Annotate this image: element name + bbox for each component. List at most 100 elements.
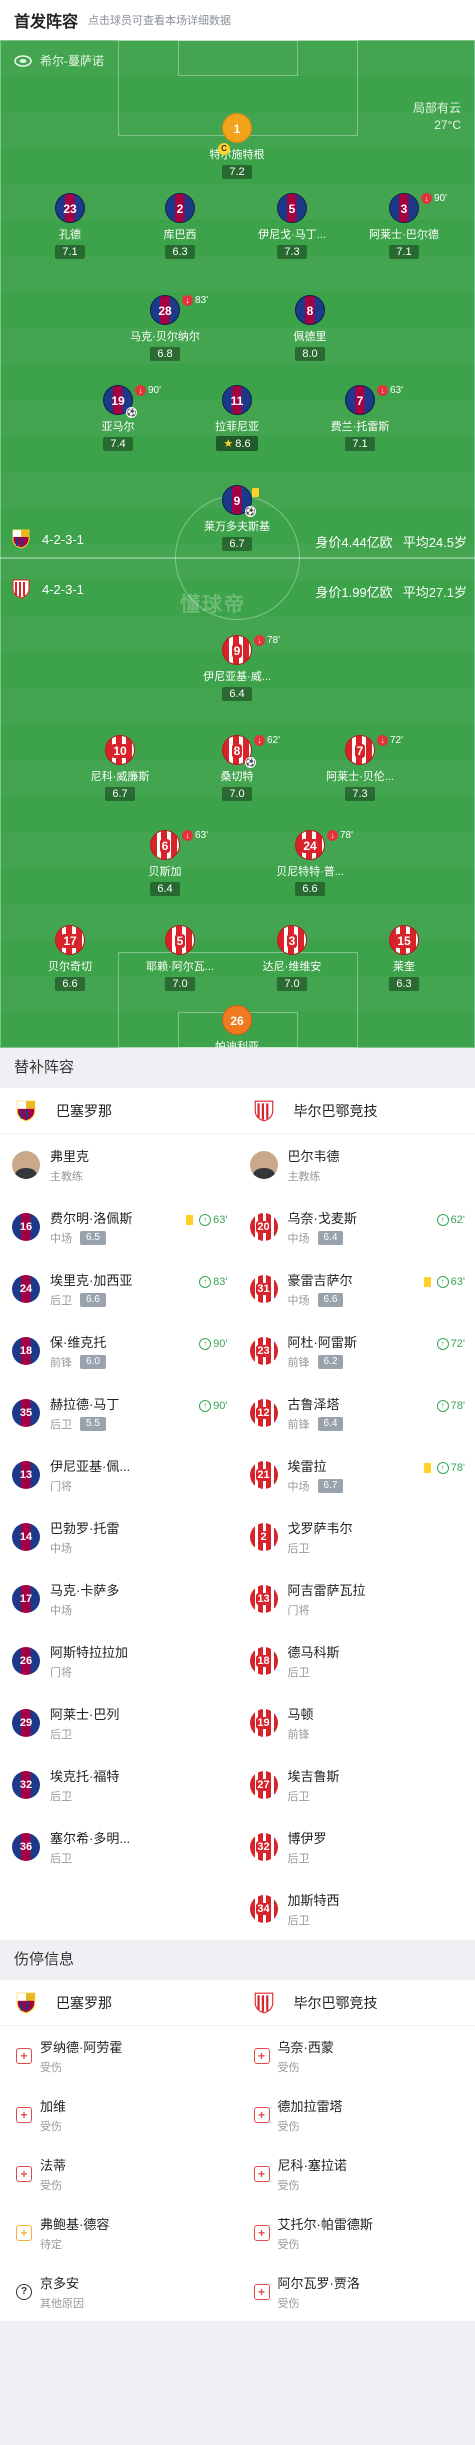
jersey-number: 7	[354, 744, 366, 758]
jersey-icon: 36	[12, 1833, 40, 1861]
sub-info: 阿杜·阿雷斯 前锋 6.2	[288, 1332, 357, 1370]
player-rating: 7.0	[165, 977, 195, 991]
jersey-icon: 21	[249, 1461, 278, 1489]
home-sub-player[interactable]: 29 阿莱士·巴列 后卫	[0, 1692, 238, 1754]
home-player[interactable]: 8 佩德里 8.0	[265, 295, 355, 362]
injury-cross-icon: +	[253, 2106, 270, 2123]
injury-player-name: 阿尔瓦罗·贾洛	[277, 2275, 360, 2291]
away-sub-player[interactable]: 2 戈罗萨韦尔 后卫	[238, 1506, 475, 1568]
player-rating: 6.6	[55, 977, 85, 991]
home-sub-player[interactable]: 16 费尔明·洛佩斯 中场 6.5 ↑ 63'	[0, 1196, 238, 1258]
home-injury[interactable]: ? 京多安 其他原因	[0, 2262, 238, 2321]
sub-meta: 中场	[50, 1540, 119, 1556]
player-name: 阿莱士·巴尔德	[369, 229, 439, 241]
sub-meta: 后卫	[288, 1788, 340, 1804]
barcelona-badge-icon	[16, 1100, 36, 1121]
goal-icon: ⚽	[245, 757, 256, 768]
home-sub-player[interactable]: 36 塞尔希·多明... 后卫	[0, 1816, 238, 1878]
subs-home-team: 巴塞罗那	[0, 1099, 238, 1123]
home-injury[interactable]: + 弗鲍基·德容 待定	[0, 2203, 238, 2262]
jersey-icon: 16	[12, 1213, 40, 1241]
home-coach[interactable]: 弗里克 主教练	[0, 1134, 238, 1196]
subs-away-team: 毕尔巴鄂竞技	[238, 1099, 475, 1123]
away-injury[interactable]: + 阿尔瓦罗·贾洛 受伤	[238, 2262, 475, 2321]
sub-out-icon: ↓	[254, 735, 265, 746]
away-player[interactable]: 26帕迪利亚6.6	[192, 1005, 282, 1048]
sub-out-marker: ↓ 72'	[377, 735, 403, 746]
away-sub-player[interactable]: 18 德马科斯 后卫	[238, 1630, 475, 1692]
home-player[interactable]: 28 ↓ 83' 马克·贝尔纳尔 6.8	[120, 295, 210, 362]
home-injury[interactable]: + 法蒂 受伤	[0, 2144, 238, 2203]
home-player[interactable]: 19 ↓ 90' 亚马尔 7.4	[73, 385, 163, 452]
home-player[interactable]: 9 莱万多夫斯基 6.7	[192, 485, 282, 552]
away-injury[interactable]: + 尼科·塞拉诺 受伤	[238, 2144, 475, 2203]
away-player[interactable]: 6 ↓ 63' 贝斯加 6.4	[120, 830, 210, 897]
jersey-number: 27	[256, 1779, 271, 1791]
home-player[interactable]: 2 库巴西 6.3	[135, 193, 225, 260]
away-sub-player[interactable]: 23 阿杜·阿雷斯 前锋 6.2 ↑ 72'	[238, 1320, 475, 1382]
coach-avatar	[12, 1151, 40, 1179]
away-sub-player[interactable]: 12 古鲁泽塔 前锋 6.4 ↑ 78'	[238, 1382, 475, 1444]
home-sub-player[interactable]: 35 赫拉德·马丁 后卫 5.5 ↑ 90'	[0, 1382, 238, 1444]
injury-cross-icon: +	[253, 2224, 270, 2241]
away-sub-player[interactable]: 27 埃吉鲁斯 后卫	[238, 1754, 475, 1816]
injury-status: 受伤	[277, 2061, 300, 2074]
sub-row: 26 阿斯特拉拉加 门将 18 德马科斯 后卫	[0, 1630, 475, 1692]
away-player[interactable]: 10 尼科·威廉斯 6.7	[75, 735, 165, 802]
away-sub-player[interactable]: 21 埃雷拉 中场 6.7 ↑ 78'	[238, 1444, 475, 1506]
jersey-number: 18	[256, 1655, 271, 1667]
away-injury[interactable]: + 德加拉雷塔 受伤	[238, 2085, 475, 2144]
home-sub-player[interactable]: 17 马克·卡萨多 中场	[0, 1568, 238, 1630]
sub-rating: 6.6	[317, 1293, 344, 1307]
home-sub-player[interactable]: 18 保·维克托 前锋 6.0 ↑ 90'	[0, 1320, 238, 1382]
injury-card: 巴塞罗那 毕尔巴鄂竞技 + 罗纳德·阿劳霍 受伤 + 乌奈·西蒙 受伤 + 加维 受伤 + 德加拉雷…	[0, 1980, 475, 2321]
home-player[interactable]: 5 伊尼戈·马丁... 7.3	[247, 193, 337, 260]
away-player[interactable]: 3 达尼·维维安 7.0	[247, 925, 337, 992]
away-sub-player[interactable]: 19 马顿 前锋	[238, 1692, 475, 1754]
sub-position: 中场	[50, 1543, 72, 1555]
lineup-title: 首发阵容	[14, 14, 79, 31]
away-sub-player[interactable]: 34 加斯特西 后卫	[238, 1878, 475, 1940]
home-injury[interactable]: + 加维 受伤	[0, 2085, 238, 2144]
jersey-number: 21	[256, 1469, 271, 1481]
away-player[interactable]: 9 ↓ 78' 伊尼亚基·威... 6.4	[192, 635, 282, 702]
home-player[interactable]: 3 ↓ 90' 阿莱士·巴尔德 7.1	[359, 193, 449, 260]
home-sub-player[interactable]: 32 埃克托·福特 后卫	[0, 1754, 238, 1816]
away-player[interactable]: 17 贝尔奇切 6.6	[25, 925, 115, 992]
home-sub-player[interactable]: 14 巴勃罗·托雷 中场	[0, 1506, 238, 1568]
injury-row: + 加维 受伤 + 德加拉雷塔 受伤	[0, 2085, 475, 2144]
injury-status: 受伤	[277, 2179, 300, 2192]
away-player[interactable]: 5 耶赖·阿尔瓦... 7.0	[135, 925, 225, 992]
injury-cross-icon: +	[253, 2283, 270, 2300]
away-injury[interactable]: + 艾托尔·帕雷德斯 受伤	[238, 2203, 475, 2262]
home-player[interactable]: 23 孔德 7.1	[25, 193, 115, 260]
home-sub-player[interactable]: 13 伊尼亚基·佩... 门将	[0, 1444, 238, 1506]
injury-player-name: 法蒂	[40, 2157, 67, 2173]
sub-position: 后卫	[287, 1543, 310, 1555]
sub-row: 14 巴勃罗·托雷 中场 2 戈罗萨韦尔 后卫	[0, 1506, 475, 1568]
away-sub-player[interactable]: 31 豪雷吉萨尔 中场 6.6 ↑ 63'	[238, 1258, 475, 1320]
sub-name: 乌奈·戈麦斯	[287, 1211, 357, 1226]
jersey-icon: 13	[12, 1461, 40, 1489]
sub-info: 戈罗萨韦尔 后卫	[288, 1518, 353, 1556]
away-injury[interactable]: + 乌奈·西蒙 受伤	[238, 2026, 475, 2085]
away-player[interactable]: 24 ↓ 78' 贝尼特特·普... 6.6	[265, 830, 355, 897]
sub-row: 17 马克·卡萨多 中场 13 阿吉雷萨瓦拉 门将	[0, 1568, 475, 1630]
away-coach[interactable]: 巴尔韦德 主教练	[238, 1134, 475, 1196]
away-sub-player[interactable]: 13 阿吉雷萨瓦拉 门将	[238, 1568, 475, 1630]
away-player[interactable]: 7 ↓ 72' 阿莱士·贝伦... 7.3	[315, 735, 405, 802]
away-sub-player[interactable]: 32 博伊罗 后卫	[238, 1816, 475, 1878]
home-player[interactable]: 11 拉菲尼亚 ★ 8.6	[192, 385, 282, 452]
away-sub-player[interactable]: 20 乌奈·戈麦斯 中场 6.4 ↑ 62'	[238, 1196, 475, 1258]
away-player[interactable]: 8 ↓ 62' 桑切特 7.0	[192, 735, 282, 802]
subs-away-team-name: 毕尔巴鄂竞技	[293, 1102, 378, 1119]
home-player[interactable]: 7 ↓ 63' 费兰·托雷斯 7.1	[315, 385, 405, 452]
sub-info: 巴勃罗·托雷 中场	[50, 1518, 119, 1556]
jersey-icon: 26	[12, 1647, 40, 1675]
home-injury[interactable]: + 罗纳德·阿劳霍 受伤	[0, 2026, 238, 2085]
home-sub-player[interactable]: 24 埃里克·加西亚 后卫 6.6 ↑ 83'	[0, 1258, 238, 1320]
away-player[interactable]: 15 莱奎 6.3	[359, 925, 449, 992]
home-player[interactable]: 1 特尔施特根 7.2	[192, 113, 282, 180]
injury-info: 弗鲍基·德容 待定	[40, 2214, 109, 2252]
home-sub-player[interactable]: 26 阿斯特拉拉加 门将	[0, 1630, 238, 1692]
